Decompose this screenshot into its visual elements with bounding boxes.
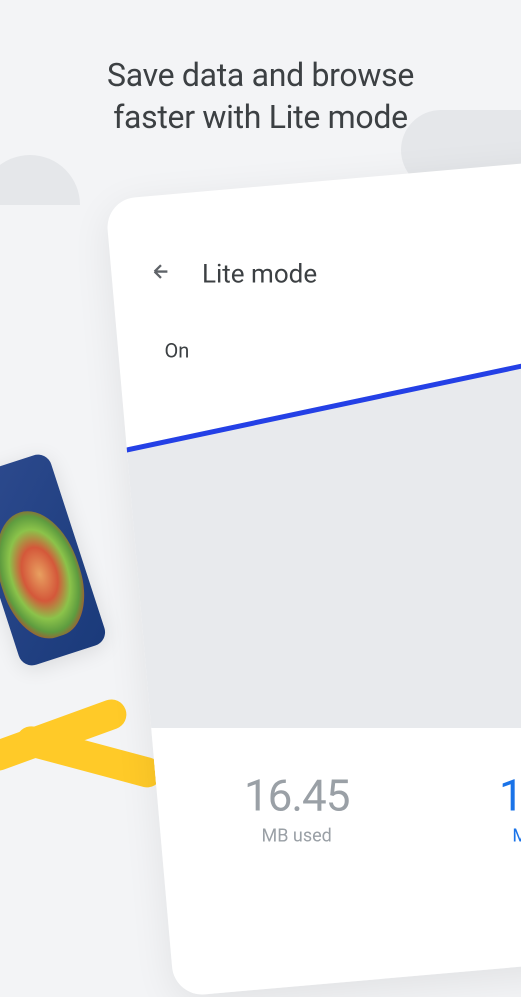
lite-mode-card: Lite mode On 16.45 MB used 13.78 MB save… — [105, 156, 521, 997]
page-title: Save data and browse faster with Lite mo… — [0, 55, 521, 138]
artwork-thumbnail — [0, 451, 109, 669]
ribbon-decoration — [0, 695, 131, 774]
used-label: MB used — [244, 825, 350, 846]
saved-label: MB saved — [499, 825, 521, 846]
stats-panel — [151, 728, 521, 997]
cloud-decoration — [0, 155, 80, 205]
data-saved-stat: 13.78 MB saved — [499, 769, 521, 846]
arrow-left-icon[interactable] — [150, 261, 172, 289]
card-title: Lite mode — [202, 260, 317, 290]
data-used-stat: 16.45 MB used — [244, 769, 350, 846]
used-value: 16.45 — [244, 769, 350, 821]
saved-value: 13.78 — [499, 769, 521, 821]
toggle-status-label: On — [165, 339, 190, 363]
